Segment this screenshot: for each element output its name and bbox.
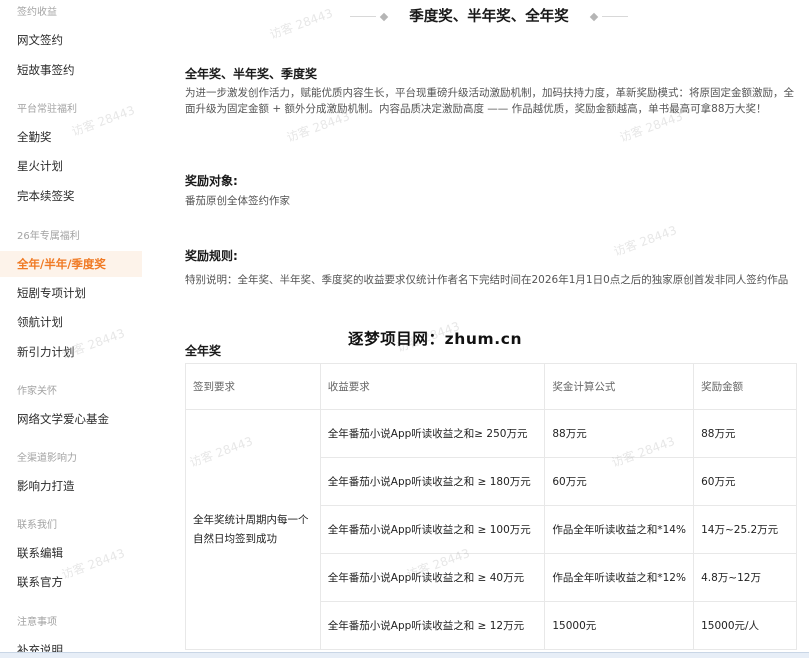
sidebar-item-spark-plan[interactable]: 星火计划	[17, 156, 63, 176]
sidebar-item-short-story-signing[interactable]: 短故事签约	[17, 60, 75, 80]
formula-cell: 60万元	[544, 457, 695, 506]
title-divider-left	[350, 16, 376, 17]
page-title-wrap: 季度奖、半年奖、全年奖	[379, 4, 599, 26]
overlay-brand-text: 逐梦项目网：zhum.cn	[348, 330, 523, 348]
amount-cell: 14万~25.2万元	[693, 505, 797, 554]
sidebar-group-label: 26年专属福利	[17, 231, 80, 242]
formula-cell: 作品全年听读收益之和*12%	[544, 553, 695, 602]
income-cell: 全年番茄小说App听读收益之和≥ 250万元	[319, 409, 546, 458]
bottom-scroll-edge	[0, 652, 809, 658]
formula-cell: 作品全年听读收益之和*14%	[544, 505, 695, 554]
amount-cell: 15000元/人	[693, 601, 797, 650]
sidebar-item-short-drama-plan[interactable]: 短剧专项计划	[17, 283, 86, 303]
page-title: 季度奖、半年奖、全年奖	[409, 8, 569, 25]
income-cell: 全年番茄小说App听读收益之和 ≥ 12万元	[319, 601, 546, 650]
title-divider-right	[602, 16, 628, 17]
income-cell: 全年番茄小说App听读收益之和 ≥ 40万元	[319, 553, 546, 602]
table-header-cell: 收益要求	[319, 363, 546, 410]
sidebar-item-navigator-plan[interactable]: 领航计划	[17, 312, 63, 332]
sidebar-group-label: 平台常驻福利	[17, 104, 77, 115]
sidebar-item-new-gravity-plan[interactable]: 新引力计划	[17, 342, 75, 362]
income-cell: 全年番茄小说App听读收益之和 ≥ 180万元	[319, 457, 546, 506]
income-cell: 全年番茄小说App听读收益之和 ≥ 100万元	[319, 505, 546, 554]
sidebar-group-label: 签约收益	[17, 7, 57, 18]
sidebar-item-contact-editor[interactable]: 联系编辑	[17, 543, 63, 563]
table-header-cell: 奖励金额	[693, 363, 797, 410]
sidebar-item-full-attendance[interactable]: 全勤奖	[17, 127, 52, 147]
sidebar-group-label: 作家关怀	[17, 386, 57, 397]
sidebar-group-label: 注意事项	[17, 617, 57, 628]
sidebar-item-contact-official[interactable]: 联系官方	[17, 572, 63, 592]
rules-text: 特别说明：全年奖、半年奖、季度奖的收益要求仅统计作者名下完结时间在2026年1月…	[185, 274, 789, 286]
sidebar-group-label: 全渠道影响力	[17, 453, 77, 464]
target-heading: 奖励对象:	[185, 174, 238, 188]
sidebar-group-label: 联系我们	[17, 520, 57, 531]
intro-paragraph: 为进一步激发创作活力，赋能优质内容生长，平台现重磅升级活动激励机制，加码扶持力度…	[185, 87, 794, 115]
amount-cell: 88万元	[693, 409, 797, 458]
formula-cell: 88万元	[544, 409, 695, 458]
sign-requirement-cell: 全年奖统计周期内每一个自然日均签到成功	[185, 409, 321, 650]
sidebar-item-charity-fund[interactable]: 网络文学爱心基金	[17, 409, 109, 429]
section-title: 全年奖、半年奖、季度奖	[185, 67, 318, 81]
amount-cell: 60万元	[693, 457, 797, 506]
rules-heading: 奖励规则:	[185, 249, 238, 263]
sidebar-item-completion-renewal[interactable]: 完本续签奖	[17, 186, 75, 206]
table-header-cell: 签到要求	[185, 363, 321, 410]
target-text: 番茄原创全体签约作家	[185, 195, 290, 207]
sidebar-item-influence[interactable]: 影响力打造	[17, 476, 75, 496]
sidebar-item-annual-awards[interactable]: 全年/半年/季度奖	[17, 254, 106, 274]
sidebar: 签约收益 网文签约 短故事签约 平台常驻福利 全勤奖 星火计划 完本续签奖 26…	[0, 0, 145, 658]
annual-award-heading: 全年奖	[185, 344, 222, 358]
table-header-row: 签到要求 收益要求 奖金计算公式 奖励金额	[185, 363, 797, 410]
table-header-cell: 奖金计算公式	[544, 363, 695, 410]
table-row: 全年奖统计周期内每一个自然日均签到成功 全年番茄小说App听读收益之和≥ 250…	[185, 409, 797, 650]
formula-cell: 15000元	[544, 601, 695, 650]
amount-cell: 4.8万~12万	[693, 553, 797, 602]
sidebar-item-web-novel-signing[interactable]: 网文签约	[17, 30, 63, 50]
annual-award-table: 签到要求 收益要求 奖金计算公式 奖励金额 全年奖统计周期内每一个自然日均签到成…	[185, 363, 797, 650]
